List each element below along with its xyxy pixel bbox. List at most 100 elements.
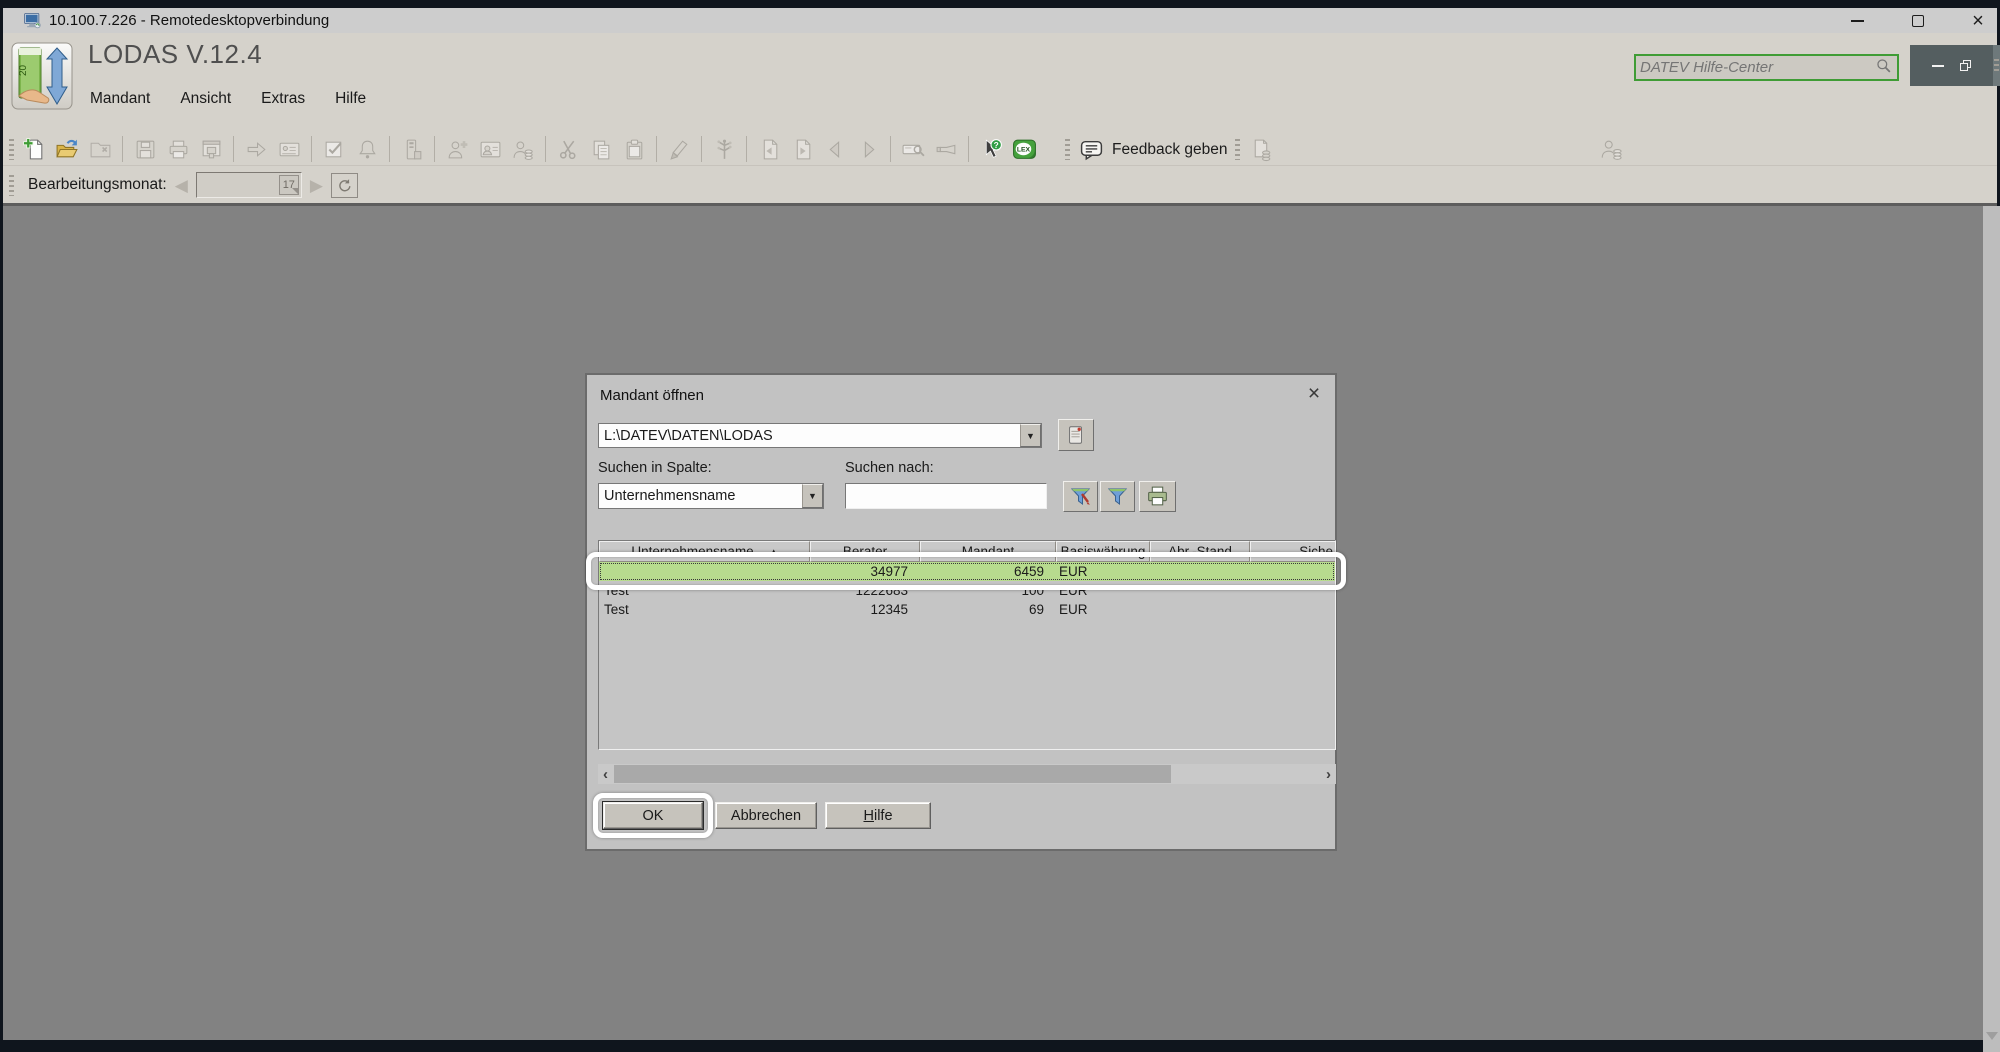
feedback-cluster: Feedback geben — [1065, 133, 1274, 166]
help-button[interactable]: Hilfe — [825, 802, 931, 829]
print-preview-icon — [198, 136, 224, 162]
table-row-selected[interactable]: 34977 6459 EUR — [599, 562, 1335, 581]
prev-document-icon — [756, 136, 782, 162]
search-for-label: Suchen nach: — [845, 460, 934, 476]
col-basiswaehrung[interactable]: Basiswährung — [1056, 541, 1150, 562]
toolbar-grip[interactable] — [9, 139, 14, 160]
select-server-button[interactable] — [1058, 419, 1094, 451]
toolbar-separator — [890, 136, 891, 162]
prev-month-icon: ◀ — [175, 177, 188, 194]
search-icon[interactable] — [1874, 56, 1893, 80]
dialog-close-icon[interactable]: × — [1303, 383, 1325, 405]
context-help-icon[interactable] — [978, 136, 1004, 162]
highlighter-icon — [666, 136, 692, 162]
printer-icon — [1145, 484, 1170, 509]
col-berater[interactable]: Berater — [810, 541, 920, 562]
help-center-searchbox[interactable] — [1634, 54, 1899, 81]
feedback-label[interactable]: Feedback geben — [1112, 141, 1227, 159]
tasks-check-icon — [321, 136, 347, 162]
calendar-picker-icon[interactable]: 17 — [279, 175, 299, 195]
print-icon — [165, 136, 191, 162]
col-abr-stand[interactable]: Abr.-Stand — [1150, 541, 1250, 562]
rdp-title: 10.100.7.226 - Remotedesktopverbindung — [49, 12, 329, 29]
new-mandant-icon[interactable] — [21, 136, 47, 162]
menu-extras[interactable]: Extras — [259, 88, 307, 110]
table-horizontal-scrollbar[interactable]: ‹ › — [598, 764, 1336, 784]
system-tower-icon — [399, 136, 425, 162]
feedback-bubble-icon[interactable] — [1078, 137, 1104, 163]
scroll-down-icon[interactable] — [1986, 1032, 1998, 1046]
menu-hilfe[interactable]: Hilfe — [333, 88, 368, 110]
mandant-table: Unternehmensname ▲ Berater Mandant Basis… — [598, 540, 1336, 750]
toolbar-separator — [656, 136, 657, 162]
cut-icon — [555, 136, 581, 162]
lodas-logo: 20 — [11, 42, 73, 115]
app-title: LODAS V.12.4 — [88, 39, 262, 70]
app-header: 20 LODAS V.12.4 Mandant Ansicht Extras H… — [3, 33, 1997, 203]
minimize-button[interactable] — [1842, 8, 1872, 33]
apply-filter-button[interactable] — [1100, 481, 1135, 512]
filter-edit-icon — [1069, 485, 1093, 509]
forward-icon — [243, 136, 269, 162]
print-list-button[interactable] — [1139, 481, 1176, 512]
screen: 10.100.7.226 - Remotedesktopverbindung ×… — [0, 0, 2000, 1052]
search-column-combobox[interactable]: Unternehmensname ▼ — [598, 483, 824, 509]
toolbar-grip[interactable] — [9, 175, 14, 196]
refresh-button[interactable] — [331, 173, 358, 198]
maximize-button[interactable] — [1903, 8, 1933, 33]
copy-icon — [588, 136, 614, 162]
cancel-button[interactable]: Abbrechen — [715, 802, 817, 829]
lex-info-icon[interactable] — [1011, 136, 1037, 162]
menu-ansicht[interactable]: Ansicht — [178, 88, 233, 110]
scroll-right-icon[interactable]: › — [1321, 766, 1336, 783]
table-row[interactable]: Test 12345 69 EUR — [599, 600, 1335, 619]
prev-record-icon — [822, 136, 848, 162]
month-field[interactable]: 17 — [196, 172, 302, 198]
table-header: Unternehmensname ▲ Berater Mandant Basis… — [599, 541, 1335, 562]
toolbar-grip[interactable] — [1235, 139, 1240, 160]
mdi-minimize-icon[interactable] — [1932, 65, 1944, 67]
toolbar-separator — [746, 136, 747, 162]
record-card-icon — [276, 136, 302, 162]
main-toolbar-icons — [21, 136, 1037, 162]
toolbar-separator — [311, 136, 312, 162]
panel-handle[interactable] — [1993, 45, 2000, 86]
month-input[interactable] — [197, 173, 267, 191]
toolbar-separator — [545, 136, 546, 162]
toolbar-grip[interactable] — [1065, 139, 1070, 160]
ok-button[interactable]: OK — [603, 802, 703, 829]
search-in-column-label: Suchen in Spalte: — [598, 460, 712, 476]
save-icon — [132, 136, 158, 162]
table-row[interactable]: Test 1222683 100 EUR — [599, 581, 1335, 600]
toolbar-separator — [968, 136, 969, 162]
col-unternehmensname[interactable]: Unternehmensname ▲ — [599, 541, 810, 562]
chevron-down-icon[interactable]: ▼ — [802, 484, 823, 508]
chevron-down-icon[interactable]: ▼ — [1020, 424, 1041, 447]
quick-search-icon — [900, 136, 926, 162]
month-toolbar: Bearbeitungsmonat: ◀ 17 ▶ — [3, 168, 1997, 202]
col-mandant[interactable]: Mandant — [920, 541, 1056, 562]
workspace-vertical-scrollbar[interactable] — [1983, 206, 2000, 1052]
toolbar-separator — [389, 136, 390, 162]
help-center-input[interactable] — [1636, 59, 1874, 76]
open-mandant-icon[interactable] — [54, 136, 80, 162]
data-path-combobox[interactable]: L:\DATEV\DATEN\LODAS ▼ — [598, 423, 1042, 448]
employee-payments-icon — [1599, 136, 1625, 162]
search-for-input[interactable] — [845, 483, 1047, 509]
employee-pay-icon — [510, 136, 536, 162]
mdi-restore-icon[interactable] — [1960, 60, 1971, 71]
paste-icon — [621, 136, 647, 162]
close-button[interactable]: × — [1963, 8, 1993, 33]
main-toolbar: Feedback geben — [3, 133, 1997, 166]
col-sicherung[interactable]: Siche — [1250, 541, 1335, 562]
scroll-left-icon[interactable]: ‹ — [598, 766, 613, 783]
define-filter-button[interactable] — [1063, 481, 1098, 512]
toolbar-separator — [233, 136, 234, 162]
search-column-value: Unternehmensname — [599, 488, 802, 504]
svg-text:20: 20 — [18, 64, 29, 76]
sort-asc-icon: ▲ — [770, 547, 778, 556]
menu-mandant[interactable]: Mandant — [88, 88, 152, 110]
next-document-icon — [789, 136, 815, 162]
scrollbar-thumb[interactable] — [614, 765, 1171, 783]
rdp-title-bar: 10.100.7.226 - Remotedesktopverbindung × — [3, 8, 1997, 33]
